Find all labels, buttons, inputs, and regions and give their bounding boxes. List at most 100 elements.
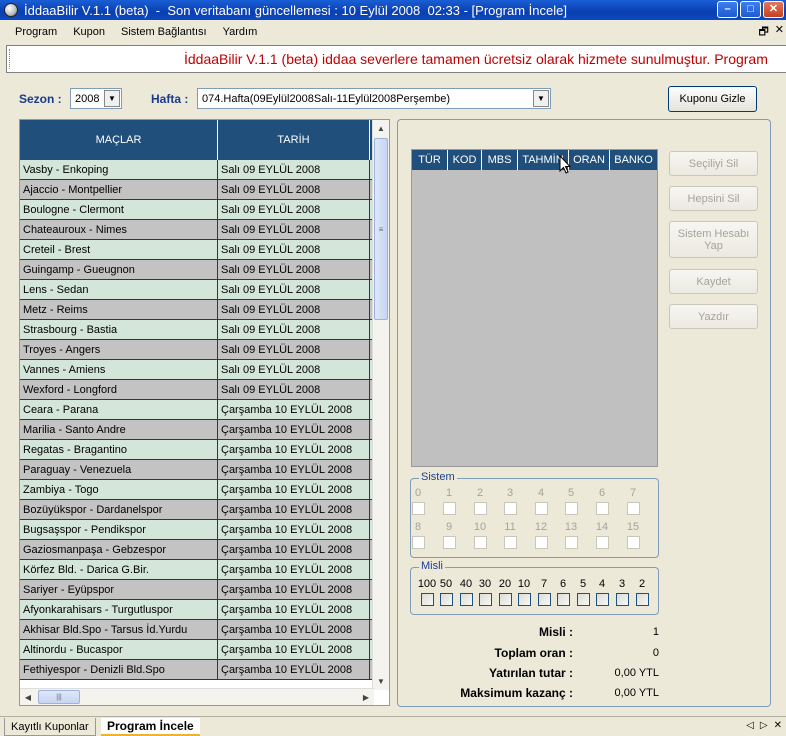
calculate-system-button[interactable]: Sistem Hesabı Yap (669, 221, 758, 258)
table-row[interactable]: Altinordu - Bucaspor Çarşamba 10 EYLÜL 20… (20, 640, 374, 660)
table-row[interactable]: Vasby - Enkoping Salı 09 EYLÜL 2008 (20, 160, 374, 180)
table-row[interactable]: Ajaccio - Montpellier Salı 09 EYLÜL 2008 (20, 180, 374, 200)
sistem-checkbox[interactable] (565, 536, 578, 549)
misli-checkbox[interactable] (518, 593, 531, 606)
date-cell[interactable]: Salı 09 EYLÜL 2008 (218, 380, 370, 399)
sistem-checkbox[interactable] (627, 502, 640, 515)
match-cell[interactable]: Bozüyükspor - Dardanelspor (20, 500, 218, 519)
hide-coupon-button[interactable]: Kuponu Gizle (668, 86, 757, 112)
match-cell[interactable]: Fethiyespor - Denizli Bld.Spo (20, 660, 218, 679)
misli-checkbox[interactable] (460, 593, 473, 606)
match-cell[interactable]: Ajaccio - Montpellier (20, 180, 218, 199)
chevron-down-icon[interactable]: ▼ (104, 90, 120, 107)
horizontal-scroll-thumb[interactable]: ||| (38, 690, 80, 704)
scroll-right-icon[interactable]: ▶ (358, 689, 374, 705)
menu-program[interactable]: Program (7, 26, 65, 38)
date-cell[interactable]: Salı 09 EYLÜL 2008 (218, 260, 370, 279)
match-cell[interactable]: Chateauroux - Nimes (20, 220, 218, 239)
table-row[interactable]: Wexford - Longford Salı 09 EYLÜL 2008 (20, 380, 374, 400)
minimize-button[interactable]: – (717, 1, 738, 18)
table-row[interactable]: Creteil - Brest Salı 09 EYLÜL 2008 (20, 240, 374, 260)
sistem-checkbox[interactable] (474, 536, 487, 549)
table-row[interactable]: Strasbourg - Bastia Salı 09 EYLÜL 2008 (20, 320, 374, 340)
misli-checkbox[interactable] (440, 593, 453, 606)
maximize-button[interactable]: □ (740, 1, 761, 18)
match-cell[interactable]: Afyonkarahisars - Turgutluspor (20, 600, 218, 619)
coupon-header-mbs[interactable]: MBS (482, 150, 518, 170)
scroll-up-icon[interactable]: ▲ (373, 120, 389, 137)
date-cell[interactable]: Çarşamba 10 EYLÜL 2008 (218, 580, 370, 599)
sistem-checkbox[interactable] (565, 502, 578, 515)
tab-saved-coupons[interactable]: Kayıtlı Kuponlar (4, 718, 96, 736)
tab-close-icon[interactable]: ✕ (774, 720, 782, 731)
date-cell[interactable]: Çarşamba 10 EYLÜL 2008 (218, 460, 370, 479)
sistem-checkbox[interactable] (627, 536, 640, 549)
misli-checkbox[interactable] (636, 593, 649, 606)
coupon-header-kod[interactable]: KOD (448, 150, 482, 170)
column-header-matches[interactable]: MAÇLAR (20, 120, 218, 160)
misli-checkbox[interactable] (557, 593, 570, 606)
week-select[interactable]: 074.Hafta(09Eylül2008Salı-11Eylül2008Per… (197, 88, 551, 109)
vertical-scroll-thumb[interactable]: ≡ (374, 138, 388, 320)
sistem-checkbox[interactable] (443, 502, 456, 515)
sistem-checkbox[interactable] (596, 536, 609, 549)
match-cell[interactable]: Guingamp - Gueugnon (20, 260, 218, 279)
match-cell[interactable]: Marilia - Santo Andre (20, 420, 218, 439)
date-cell[interactable]: Salı 09 EYLÜL 2008 (218, 340, 370, 359)
date-cell[interactable]: Salı 09 EYLÜL 2008 (218, 300, 370, 319)
tab-program-review[interactable]: Program İncele (101, 718, 200, 736)
match-cell[interactable]: Paraguay - Venezuela (20, 460, 218, 479)
misli-checkbox[interactable] (577, 593, 590, 606)
coupon-header-oran[interactable]: ORAN (569, 150, 610, 170)
table-row[interactable]: Körfez Bld. - Darica G.Bir. Çarşamba 10 E… (20, 560, 374, 580)
chevron-down-icon[interactable]: ▼ (533, 90, 549, 107)
date-cell[interactable]: Çarşamba 10 EYLÜL 2008 (218, 640, 370, 659)
sistem-checkbox[interactable] (443, 536, 456, 549)
toolbar-grip[interactable] (9, 49, 12, 69)
date-cell[interactable]: Çarşamba 10 EYLÜL 2008 (218, 400, 370, 419)
sistem-checkbox[interactable] (535, 502, 548, 515)
table-row[interactable]: Guingamp - Gueugnon Salı 09 EYLÜL 2008 (20, 260, 374, 280)
save-button[interactable]: Kaydet (669, 269, 758, 294)
match-cell[interactable]: Ceara - Parana (20, 400, 218, 419)
match-cell[interactable]: Akhisar Bld.Spo - Tarsus İd.Yurdu (20, 620, 218, 639)
match-cell[interactable]: Zambiya - Togo (20, 480, 218, 499)
table-row[interactable]: Bugsaşspor - Pendikspor Çarşamba 10 EYLÜL… (20, 520, 374, 540)
table-row[interactable]: Regatas - Bragantino Çarşamba 10 EYLÜL 20… (20, 440, 374, 460)
sistem-checkbox[interactable] (535, 536, 548, 549)
table-row[interactable]: Troyes - Angers Salı 09 EYLÜL 2008 (20, 340, 374, 360)
coupon-header-banko[interactable]: BANKO (610, 150, 657, 170)
date-cell[interactable]: Çarşamba 10 EYLÜL 2008 (218, 520, 370, 539)
match-cell[interactable]: Sariyer - Eyüpspor (20, 580, 218, 599)
date-cell[interactable]: Çarşamba 10 EYLÜL 2008 (218, 420, 370, 439)
misli-checkbox[interactable] (596, 593, 609, 606)
date-cell[interactable]: Çarşamba 10 EYLÜL 2008 (218, 560, 370, 579)
table-row[interactable]: Zambiya - Togo Çarşamba 10 EYLÜL 2008 (20, 480, 374, 500)
date-cell[interactable]: Çarşamba 10 EYLÜL 2008 (218, 600, 370, 619)
date-cell[interactable]: Salı 09 EYLÜL 2008 (218, 200, 370, 219)
tab-prev-icon[interactable]: ◁ (746, 720, 754, 731)
date-cell[interactable]: Salı 09 EYLÜL 2008 (218, 360, 370, 379)
table-row[interactable]: Marilia - Santo Andre Çarşamba 10 EYLÜL 2… (20, 420, 374, 440)
date-cell[interactable]: Çarşamba 10 EYLÜL 2008 (218, 620, 370, 639)
match-cell[interactable]: Creteil - Brest (20, 240, 218, 259)
match-cell[interactable]: Wexford - Longford (20, 380, 218, 399)
sistem-checkbox[interactable] (504, 502, 517, 515)
table-row[interactable]: Bozüyükspor - Dardanelspor Çarşamba 10 EY… (20, 500, 374, 520)
match-cell[interactable]: Troyes - Angers (20, 340, 218, 359)
misli-checkbox[interactable] (479, 593, 492, 606)
mdi-close-icon[interactable]: ✕ (775, 23, 784, 42)
date-cell[interactable]: Salı 09 EYLÜL 2008 (218, 220, 370, 239)
table-row[interactable]: Afyonkarahisars - Turgutluspor Çarşamba 1… (20, 600, 374, 620)
menu-sistem-baglantisi[interactable]: Sistem Bağlantısı (113, 26, 215, 38)
match-cell[interactable]: Vannes - Amiens (20, 360, 218, 379)
match-cell[interactable]: Körfez Bld. - Darica G.Bir. (20, 560, 218, 579)
date-cell[interactable]: Salı 09 EYLÜL 2008 (218, 280, 370, 299)
horizontal-scrollbar[interactable]: ◀ ||| ▶ (20, 688, 374, 705)
sistem-checkbox[interactable] (474, 502, 487, 515)
match-cell[interactable]: Metz - Reims (20, 300, 218, 319)
date-cell[interactable]: Çarşamba 10 EYLÜL 2008 (218, 480, 370, 499)
table-row[interactable]: Boulogne - Clermont Salı 09 EYLÜL 2008 (20, 200, 374, 220)
misli-checkbox[interactable] (499, 593, 512, 606)
delete-all-button[interactable]: Hepsini Sil (669, 186, 758, 211)
